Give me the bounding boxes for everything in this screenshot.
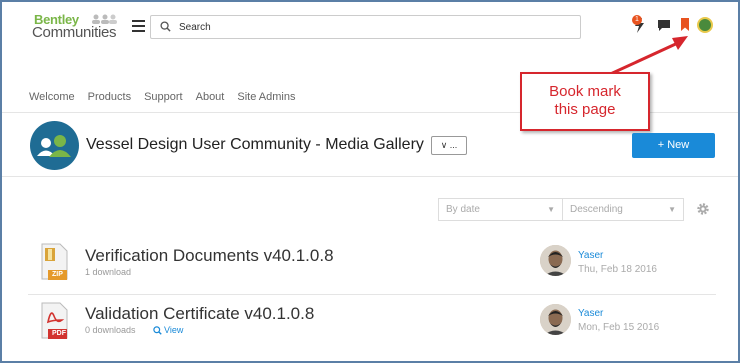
bookmark-icon[interactable] bbox=[681, 18, 689, 31]
item-title[interactable]: Verification Documents v40.1.0.8 bbox=[85, 246, 334, 266]
sort-by-value: By date bbox=[446, 204, 480, 215]
browser-frame: Bentley Communities 1 WelcomeProductsSup… bbox=[2, 2, 738, 361]
author-avatar[interactable] bbox=[540, 304, 571, 335]
annotation-line1: Book mark bbox=[549, 83, 621, 100]
chevron-down-icon: ▼ bbox=[547, 205, 555, 214]
sort-by-select[interactable]: By date ▼ bbox=[438, 198, 562, 221]
author-name[interactable]: Yaser bbox=[578, 308, 603, 319]
search-icon bbox=[153, 326, 162, 335]
author-name[interactable]: Yaser bbox=[578, 250, 603, 261]
nav-about[interactable]: About bbox=[196, 91, 225, 103]
group-avatar bbox=[30, 121, 79, 170]
item-date: Thu, Feb 18 2016 bbox=[578, 264, 657, 275]
annotation-callout: Book mark this page bbox=[520, 72, 650, 131]
logo-people-icon bbox=[92, 14, 117, 24]
page-title: Vessel Design User Community - Media Gal… bbox=[86, 136, 424, 153]
item-divider bbox=[28, 294, 716, 295]
nav-products[interactable]: Products bbox=[88, 91, 131, 103]
notification-badge: 1 bbox=[632, 15, 642, 25]
sort-direction-select[interactable]: Descending ▼ bbox=[562, 198, 684, 221]
annotation-line2: this page bbox=[554, 101, 616, 118]
file-type-label: PDF bbox=[52, 330, 66, 337]
title-divider bbox=[2, 176, 738, 177]
view-link[interactable]: View bbox=[164, 325, 183, 335]
list-item[interactable]: PDF bbox=[40, 302, 70, 345]
group-people-icon bbox=[37, 135, 71, 157]
nav-support[interactable]: Support bbox=[144, 91, 183, 103]
gear-icon[interactable] bbox=[696, 202, 710, 216]
menu-icon[interactable] bbox=[132, 20, 145, 35]
user-avatar[interactable] bbox=[697, 17, 713, 33]
search-box[interactable] bbox=[150, 15, 581, 39]
logo-communities[interactable]: Communities bbox=[32, 24, 117, 41]
list-item[interactable]: ZIP bbox=[40, 243, 70, 286]
chevron-down-icon: ▼ bbox=[668, 205, 676, 214]
nav-site-admins[interactable]: Site Admins bbox=[237, 91, 295, 103]
search-input[interactable] bbox=[179, 19, 569, 35]
main-nav: Welcome Products Support About Site Admins bbox=[29, 91, 308, 103]
file-type-label: ZIP bbox=[52, 271, 63, 278]
item-date: Mon, Feb 15 2016 bbox=[578, 322, 660, 333]
message-icon[interactable] bbox=[658, 20, 670, 31]
search-icon bbox=[160, 21, 171, 32]
item-title[interactable]: Validation Certificate v40.1.0.8 bbox=[85, 304, 314, 324]
item-downloads: 1 download bbox=[85, 267, 132, 277]
nav-welcome[interactable]: Welcome bbox=[29, 91, 75, 103]
sort-direction-value: Descending bbox=[570, 204, 623, 215]
new-button[interactable]: + New bbox=[632, 133, 715, 158]
more-options-button[interactable]: ∨ ... bbox=[431, 136, 467, 155]
author-avatar[interactable] bbox=[540, 245, 571, 276]
item-downloads: 0 downloads bbox=[85, 325, 136, 335]
